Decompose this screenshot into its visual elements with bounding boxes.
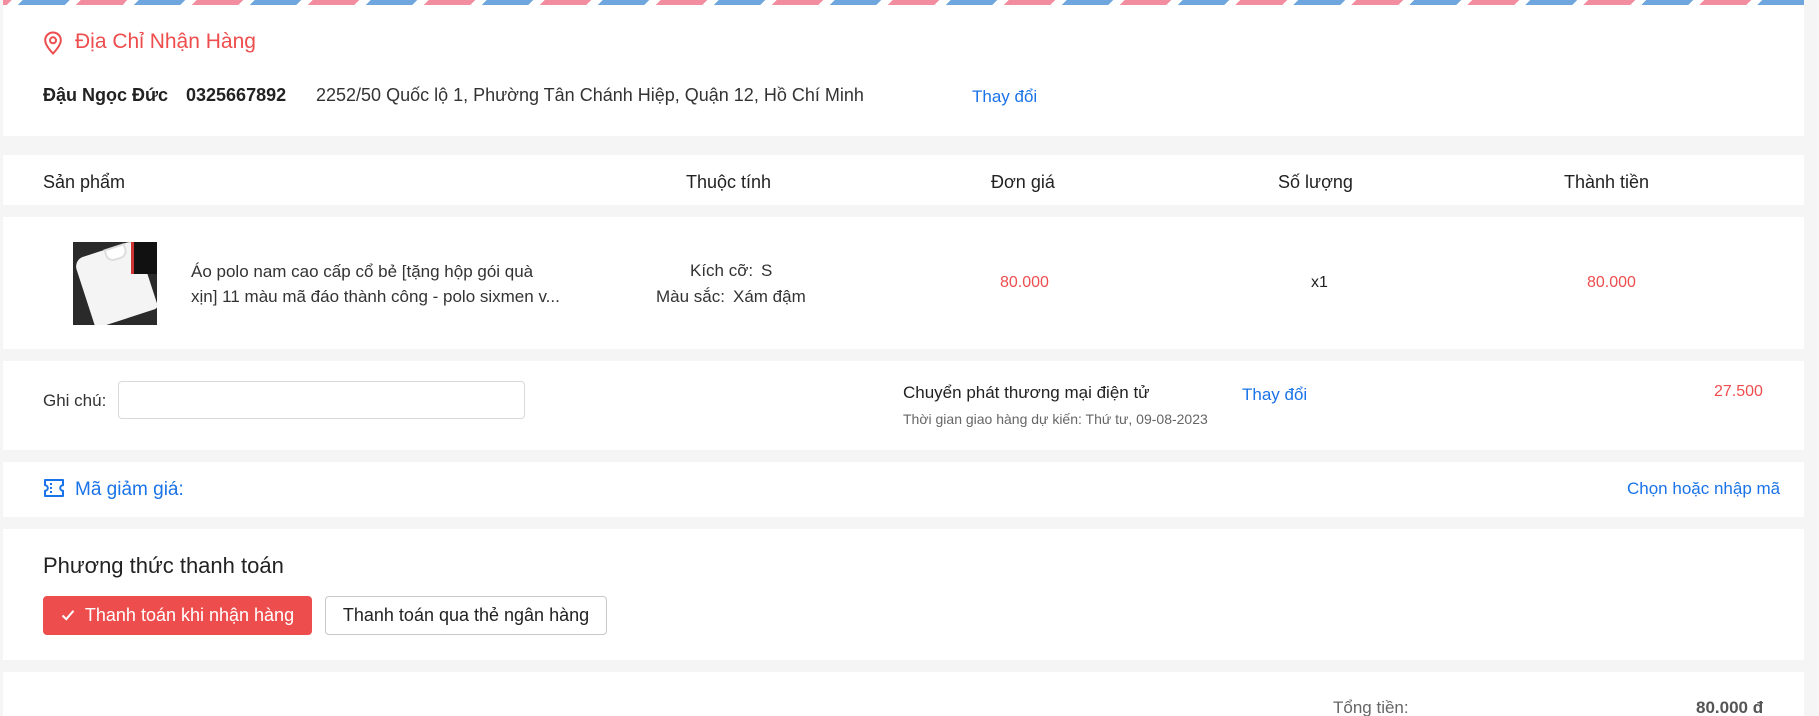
voucher-select-link[interactable]: Chọn hoặc nhập mã [1627,479,1780,499]
header-unit-price: Đơn giá [991,172,1055,192]
voucher-card: Mã giảm giá: Chọn hoặc nhập mã [3,462,1804,517]
recipient-name: Đậu Ngọc Đức [43,85,169,105]
header-product: Sản phẩm [43,172,126,192]
order-summary-card: Tổng tiền: 80.000 đ [3,672,1804,716]
voucher-ticket-icon [43,478,65,498]
header-total: Thành tiền [1564,172,1650,192]
payment-option-bank-card[interactable]: Thanh toán qua thẻ ngân hàng [325,596,607,635]
note-input[interactable] [118,381,525,419]
unit-price: 80.000 [1000,274,1049,291]
address-card: Địa Chỉ Nhận Hàng Đậu Ngọc Đức 032566789… [3,0,1804,136]
note-shipping-card: Ghi chú: Chuyển phát thương mại điện tử … [3,361,1804,450]
payment-section-title: Phương thức thanh toán [43,553,284,578]
payment-option-bank-card-label: Thanh toán qua thẻ ngân hàng [342,605,590,625]
total-label: Tổng tiền: [1333,698,1409,716]
quantity: x1 [1311,274,1328,291]
shipping-eta: Thời gian giao hàng dự kiến: Thứ tư, 09-… [903,411,1208,427]
attr-color-label: Màu sắc: [656,287,725,306]
product-thumbnail[interactable] [73,242,157,325]
product-name-line2[interactable]: xịn] 11 màu mã đáo thành công - polo six… [191,287,560,307]
attr-color-value: Xám đậm [733,287,806,306]
location-pin-icon [43,31,63,55]
checkmark-icon [61,605,75,626]
shipping-address: 2252/50 Quốc lộ 1, Phường Tân Chánh Hiệp… [316,85,864,105]
note-label: Ghi chú: [43,391,107,410]
total-value: 80.000 đ [1696,698,1764,716]
line-total: 80.000 [1587,274,1636,291]
voucher-label: Mã giảm giá: [75,479,184,500]
product-table-header: Sản phẩm Thuộc tính Đơn giá Số lượng Thà… [3,155,1804,205]
checkout-page: Địa Chỉ Nhận Hàng Đậu Ngọc Đức 032566789… [0,0,1804,716]
change-shipping-link[interactable]: Thay đổi [1242,385,1307,405]
shipping-fee: 27.500 [1714,383,1763,400]
product-name-line1[interactable]: Áo polo nam cao cấp cổ bẻ [tặng hộp gói … [191,262,533,282]
change-address-link[interactable]: Thay đổi [972,87,1037,107]
payment-option-cod-label: Thanh toán khi nhận hàng [84,605,295,625]
payment-option-cod[interactable]: Thanh toán khi nhận hàng [43,596,312,635]
header-quantity: Số lượng [1278,172,1353,192]
product-row: Áo polo nam cao cấp cổ bẻ [tặng hộp gói … [3,217,1804,349]
header-attributes: Thuộc tính [686,172,772,192]
airmail-stripe [3,0,1804,5]
address-section-title: Địa Chỉ Nhận Hàng [75,30,256,53]
payment-card: Phương thức thanh toán Thanh toán khi nh… [3,529,1804,660]
attr-size-label: Kích cỡ: [690,261,754,280]
shipping-method: Chuyển phát thương mại điện tử [903,383,1150,402]
recipient-phone: 0325667892 [186,85,287,105]
attr-size-value: S [761,261,773,280]
